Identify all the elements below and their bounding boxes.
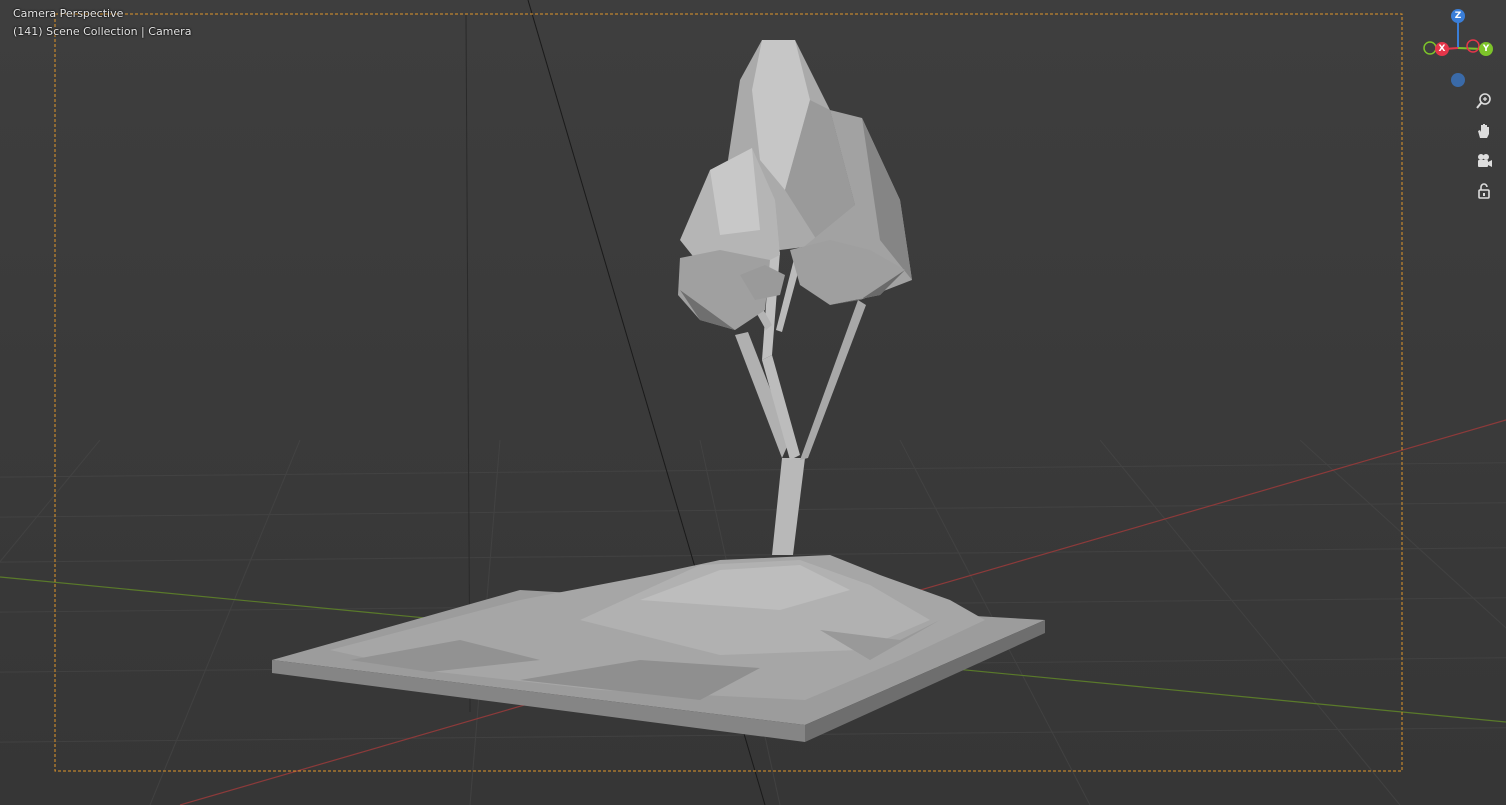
gizmo-z-axis[interactable]: Z [1451,9,1465,23]
separator: | [141,25,145,38]
zoom-button[interactable] [1475,92,1497,114]
gizmo-x-axis[interactable]: X [1435,42,1449,56]
camera-view-button[interactable] [1475,152,1497,174]
viewport-title: Camera Perspective [13,7,124,20]
collection-name: Scene Collection [46,25,138,38]
camera-view-icon [1478,154,1492,167]
object-name: Camera [148,25,192,38]
gizmo-y-axis[interactable]: Y [1479,42,1493,56]
lock-icon [1478,183,1490,199]
lock-camera-button[interactable] [1475,182,1497,204]
zoom-icon [1476,93,1491,109]
pan-button[interactable] [1475,122,1497,144]
3d-viewport[interactable]: Camera Perspective (141) Scene Collectio… [0,0,1506,805]
hand-pan-icon [1478,124,1489,138]
frame-number: (141) [13,25,43,38]
scene-canvas [0,0,1506,805]
viewport-info: (141) Scene Collection | Camera [13,25,191,38]
